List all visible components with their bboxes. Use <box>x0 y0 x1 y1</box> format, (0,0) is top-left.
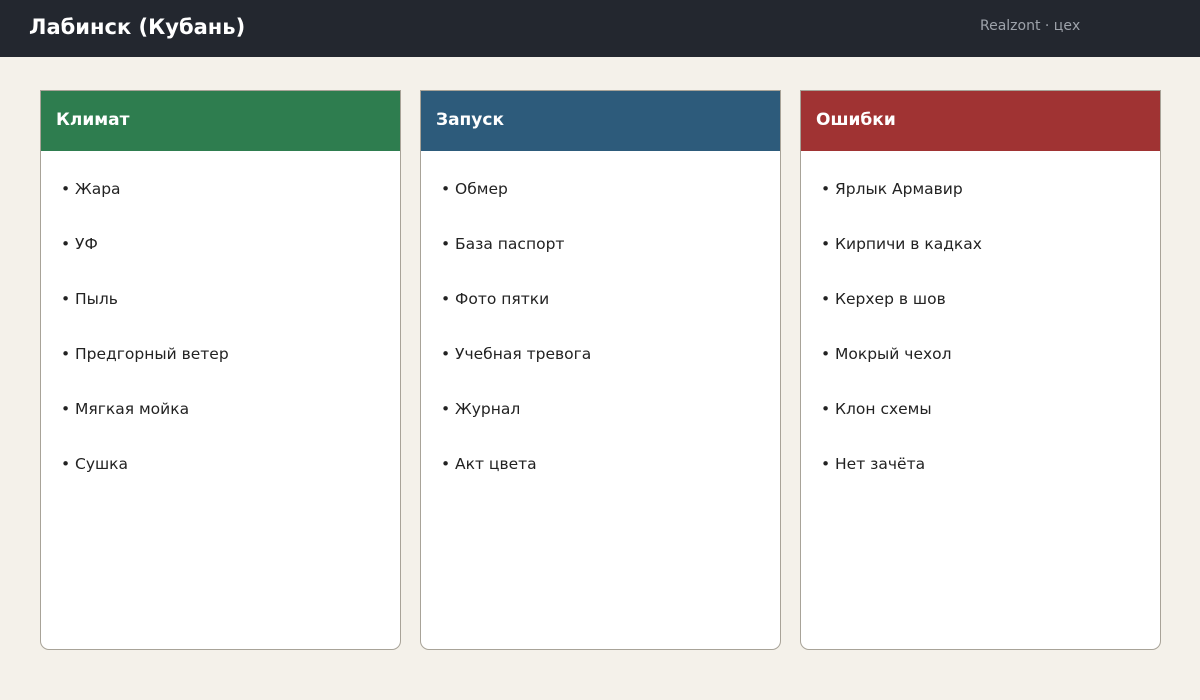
bullet-icon: • <box>61 345 71 363</box>
card-header: Климат <box>41 91 400 151</box>
list-item: • Керхер в шов <box>821 290 946 308</box>
list-item: • База паспорт <box>441 235 565 253</box>
list-item: • Учебная тревога <box>441 345 592 363</box>
card-title: Запуск <box>436 110 504 130</box>
list-item: • Жара <box>61 180 121 198</box>
list-item: • Кирпичи в кадках <box>821 235 982 253</box>
list-item: • Фото пятки <box>441 290 550 308</box>
list-item: • Клон схемы <box>821 400 932 418</box>
list-item: • Мягкая мойка <box>61 400 190 418</box>
card-climate: Климат • Жара • УФ • Пыль • Предгорный ветер… <box>40 90 401 650</box>
card-title: Ошибки <box>816 110 896 130</box>
bullet-icon: • <box>441 400 451 418</box>
bullet-icon: • <box>821 345 831 363</box>
list-item: • Сушка <box>61 455 129 473</box>
bullet-icon: • <box>61 290 71 308</box>
bullet-icon: • <box>61 455 71 473</box>
card-title: Климат <box>56 110 130 130</box>
list-item: • УФ <box>61 235 98 253</box>
brand-label: Realzont · цех <box>980 18 1081 34</box>
card-launch: Запуск • Обмер • База паспорт • Фото пятки … <box>420 90 781 650</box>
bullet-icon: • <box>821 235 831 253</box>
page-title: Лабинск (Кубань) <box>29 15 246 39</box>
bullet-icon: • <box>821 455 831 473</box>
card-errors: Ошибки • Ярлык Армавир • Кирпичи в кадках … <box>800 90 1161 650</box>
bullet-icon: • <box>441 290 451 308</box>
bullet-icon: • <box>61 180 71 198</box>
bullet-icon: • <box>441 180 451 198</box>
list-item: • Пыль <box>61 290 118 308</box>
card-header: Ошибки <box>801 91 1160 151</box>
list-item: • Ярлык Армавир <box>821 180 963 198</box>
list-item: • Журнал <box>441 400 521 418</box>
bullet-icon: • <box>441 455 451 473</box>
list-item: • Нет зачёта <box>821 455 926 473</box>
top-bar: Лабинск (Кубань) Realzont · цех <box>0 0 1200 57</box>
card-header: Запуск <box>421 91 780 151</box>
list-item: • Обмер <box>441 180 508 198</box>
list-item: • Акт цвета <box>441 455 537 473</box>
bullet-icon: • <box>61 235 71 253</box>
bullet-icon: • <box>821 400 831 418</box>
list-item: • Мокрый чехол <box>821 345 952 363</box>
bullet-icon: • <box>821 290 831 308</box>
bullet-icon: • <box>61 400 71 418</box>
bullet-icon: • <box>441 235 451 253</box>
bullet-icon: • <box>821 180 831 198</box>
bullet-icon: • <box>441 345 451 363</box>
list-item: • Предгорный ветер <box>61 345 229 363</box>
